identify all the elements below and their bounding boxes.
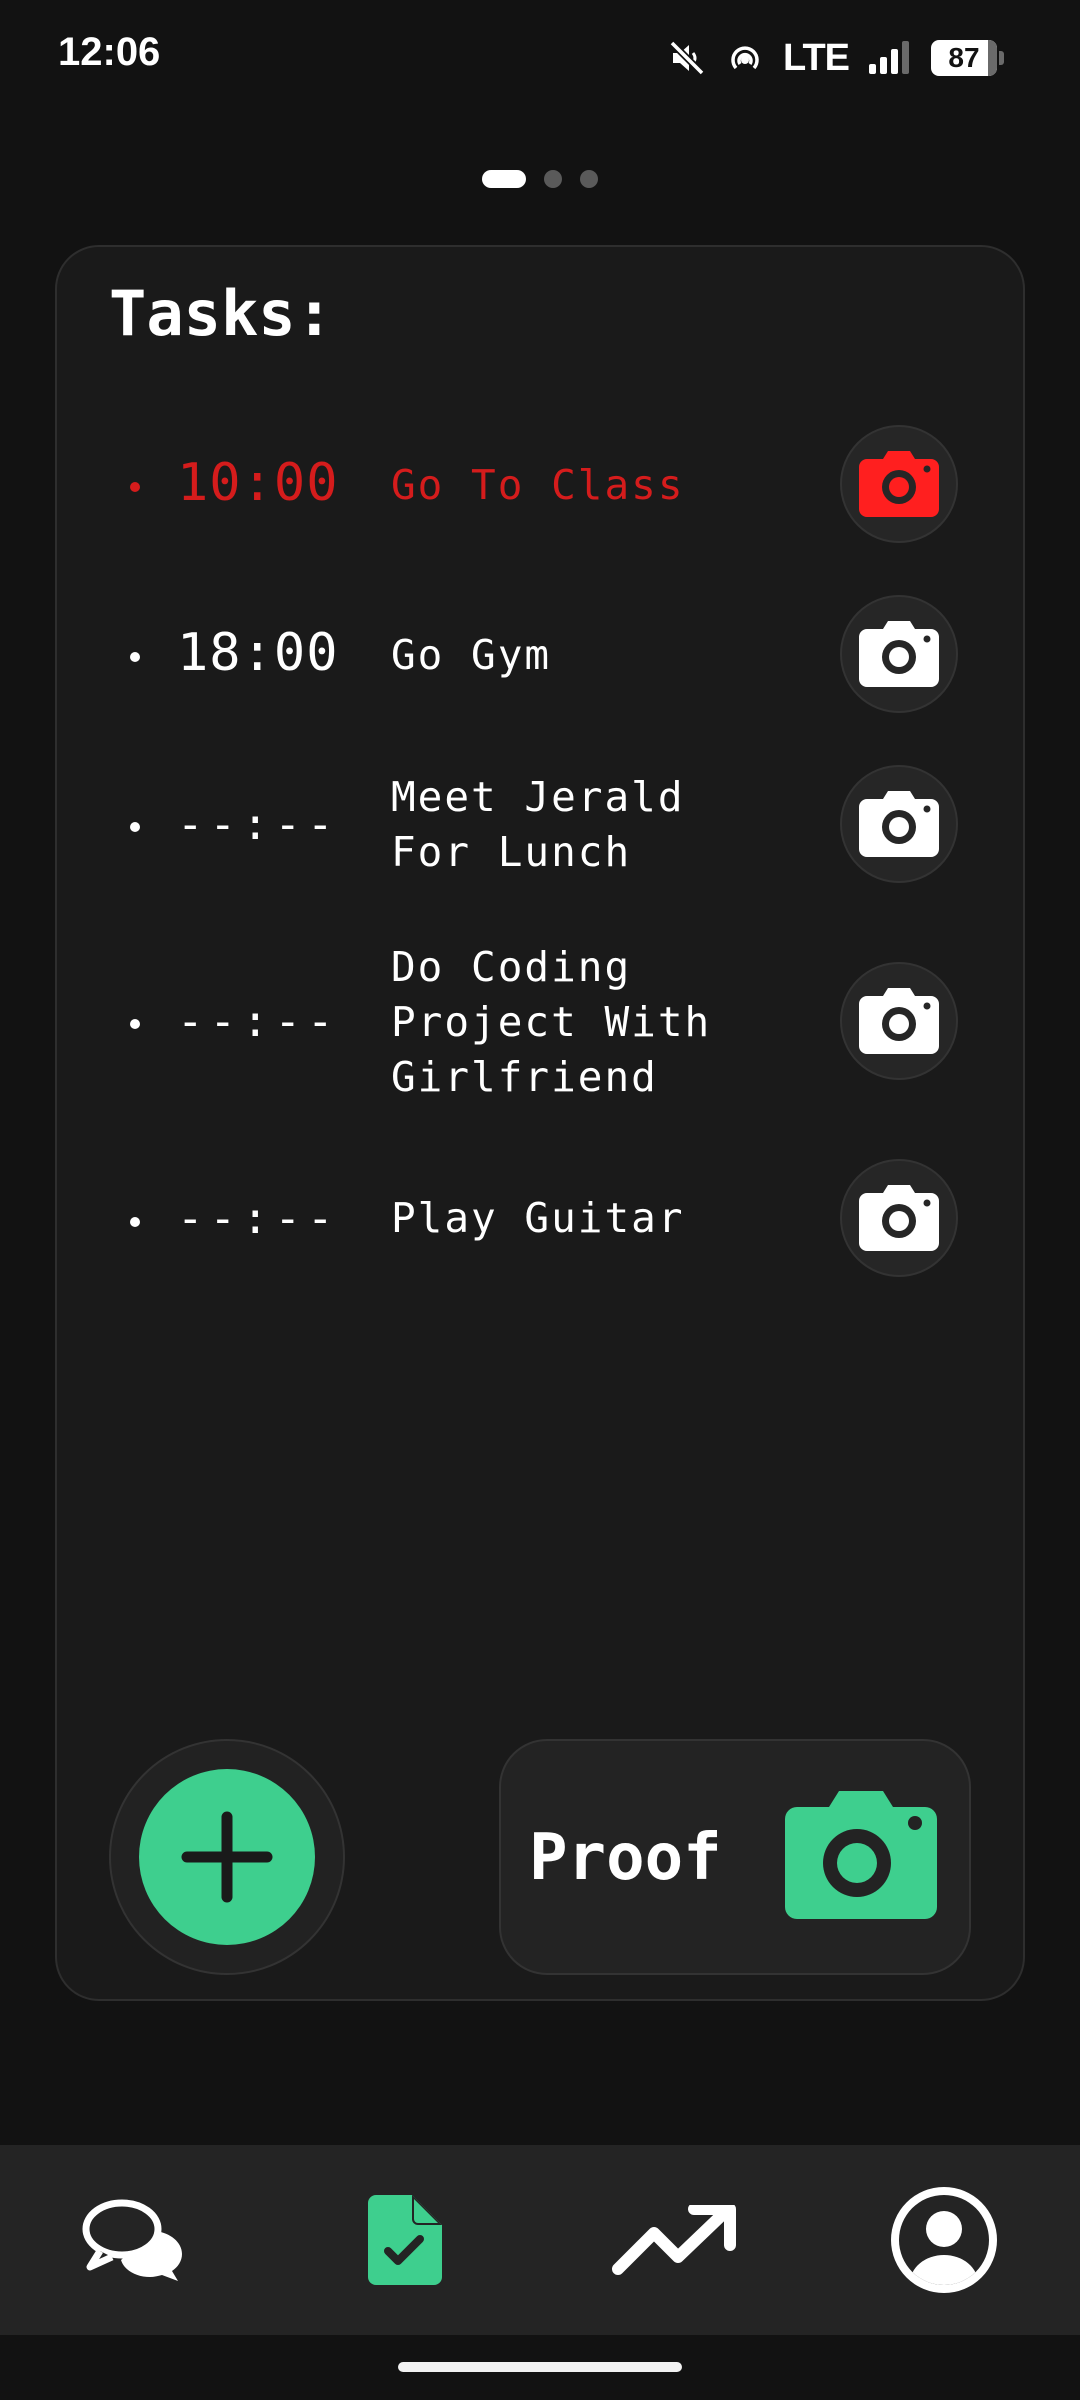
task-name[interactable]: Go Gym <box>391 628 791 683</box>
task-time[interactable]: --:-- <box>177 996 339 1047</box>
camera-icon <box>859 988 939 1054</box>
chat-bubbles-icon <box>82 2199 182 2281</box>
nav-item-tasks[interactable] <box>305 2145 505 2335</box>
tasks-title: Tasks: <box>109 277 333 350</box>
signal-icon <box>867 40 913 76</box>
camera-icon <box>859 621 939 687</box>
task-name[interactable]: Do Coding Project With Girlfriend <box>391 940 791 1105</box>
task-camera-button[interactable] <box>840 425 958 543</box>
add-task-button[interactable] <box>109 1739 345 1975</box>
camera-icon <box>859 1185 939 1251</box>
task-bullet <box>130 822 140 832</box>
nav-item-progress[interactable] <box>574 2145 774 2335</box>
task-time[interactable]: 18:00 <box>177 623 339 683</box>
task-time[interactable]: --:-- <box>177 799 339 850</box>
task-name[interactable]: Go To Class <box>391 458 791 513</box>
page-dot[interactable] <box>580 170 598 188</box>
trending-up-icon <box>612 2205 736 2275</box>
mute-icon <box>667 38 707 78</box>
nav-item-chat[interactable] <box>35 2145 235 2335</box>
task-camera-button[interactable] <box>840 765 958 883</box>
status-icons: LTE 87 <box>667 36 1004 80</box>
task-bullet <box>130 652 140 662</box>
proof-button-label: Proof <box>529 1821 722 1895</box>
task-time[interactable]: --:-- <box>177 1193 339 1244</box>
tasks-card: Tasks: 10:00 Go To Class 18:00 Go Gym --… <box>55 245 1025 2001</box>
status-bar: 12:06 LTE 87 <box>0 0 1080 120</box>
page-indicator[interactable] <box>0 170 1080 188</box>
camera-icon <box>785 1791 937 1919</box>
task-bullet <box>130 482 140 492</box>
plus-icon <box>181 1811 273 1903</box>
document-check-icon <box>368 2195 442 2285</box>
camera-icon <box>859 451 939 517</box>
task-name[interactable]: Meet Jerald For Lunch <box>391 770 791 880</box>
proof-button[interactable]: Proof <box>499 1739 971 1975</box>
camera-icon <box>859 791 939 857</box>
profile-icon <box>891 2187 997 2293</box>
nav-item-profile[interactable] <box>844 2145 1044 2335</box>
bottom-nav <box>0 2145 1080 2335</box>
hotspot-icon <box>725 38 765 78</box>
page-dot[interactable] <box>544 170 562 188</box>
battery-icon: 87 <box>931 40 1004 76</box>
network-type: LTE <box>783 36 850 79</box>
task-bullet <box>130 1019 140 1029</box>
add-task-button-inner[interactable] <box>139 1769 315 1945</box>
task-camera-button[interactable] <box>840 962 958 1080</box>
home-indicator[interactable] <box>398 2362 682 2372</box>
task-camera-button[interactable] <box>840 595 958 713</box>
task-name[interactable]: Play Guitar <box>391 1191 791 1246</box>
task-bullet <box>130 1217 140 1227</box>
status-time: 12:06 <box>58 30 161 74</box>
page-dot[interactable] <box>482 170 526 188</box>
task-camera-button[interactable] <box>840 1159 958 1277</box>
task-time[interactable]: 10:00 <box>177 453 339 513</box>
battery-percent: 87 <box>948 42 980 73</box>
